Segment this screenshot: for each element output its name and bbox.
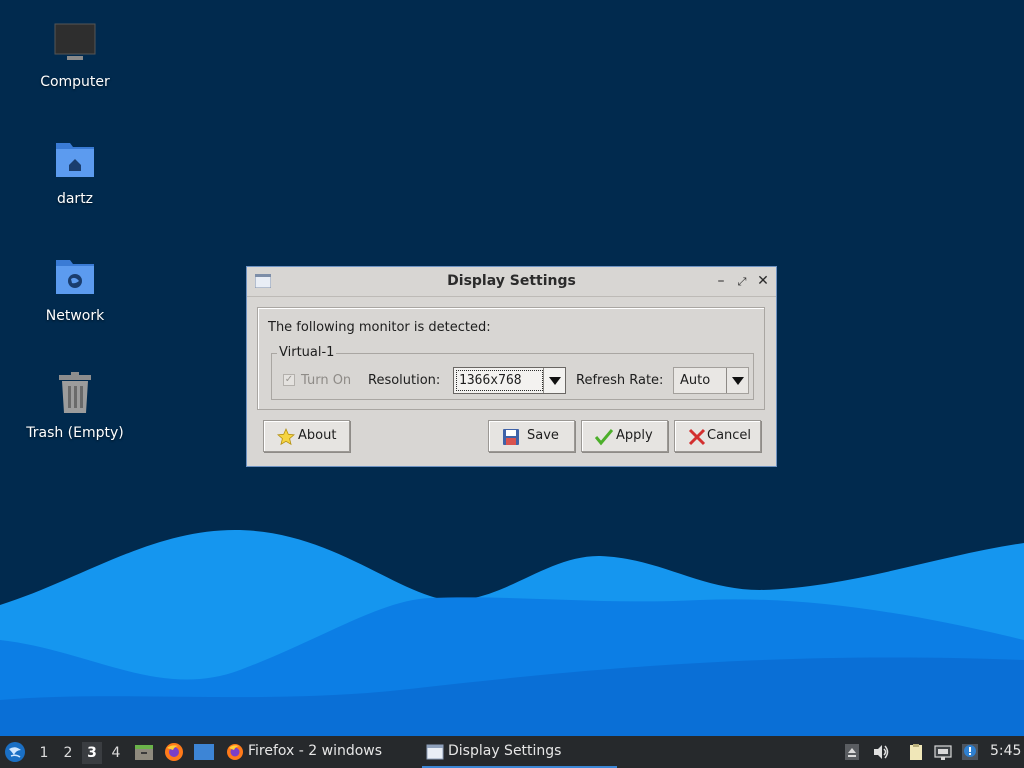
taskbar: 1 2 3 4 Firefox - 2 windows Display Sett…: [0, 736, 1024, 768]
desktop-icon-label: Network: [45, 308, 105, 324]
task-firefox[interactable]: Firefox - 2 windows: [222, 736, 412, 768]
chevron-down-icon[interactable]: [726, 368, 748, 393]
detected-text: The following monitor is detected:: [268, 320, 491, 335]
desktop-icon-dartz[interactable]: dartz: [20, 137, 130, 207]
computer-icon: [54, 23, 96, 60]
chevron-down-icon[interactable]: [543, 368, 565, 393]
floppy-icon: [503, 429, 519, 445]
about-label: About: [298, 428, 337, 443]
workspace-4[interactable]: 4: [106, 742, 126, 764]
home-folder-icon: [56, 143, 94, 177]
file-manager-launcher-icon[interactable]: [134, 742, 154, 762]
network-connection-icon[interactable]: [934, 743, 952, 761]
resolution-value: 1366x768: [459, 373, 522, 388]
cancel-label: Cancel: [707, 428, 752, 443]
volume-icon[interactable]: [872, 743, 890, 761]
desktop-icon-label: Computer: [40, 74, 110, 90]
desktop-icon-trash[interactable]: Trash (Empty): [20, 371, 130, 441]
notification-icon[interactable]: [961, 743, 979, 761]
apply-button[interactable]: Apply: [581, 420, 668, 452]
minimize-button[interactable]: –: [712, 272, 730, 290]
dialog-titlebar[interactable]: Display Settings – ⤢ ✕: [247, 267, 776, 297]
desktop-icon-network[interactable]: Network: [20, 254, 130, 324]
clipboard-icon[interactable]: [907, 743, 925, 761]
close-icon: ✕: [757, 273, 769, 289]
resolution-label: Resolution:: [368, 373, 441, 388]
task-label: Firefox - 2 windows: [248, 743, 383, 759]
workspace-3[interactable]: 3: [82, 742, 102, 764]
monitor-name: Virtual-1: [277, 345, 337, 360]
turn-on-label: Turn On: [301, 373, 352, 388]
apply-label: Apply: [616, 428, 653, 443]
task-label: Display Settings: [448, 743, 562, 759]
app-menu-icon[interactable]: [4, 741, 26, 763]
refresh-rate-select[interactable]: Auto: [673, 367, 749, 394]
workspace-1[interactable]: 1: [34, 742, 54, 764]
minimize-icon: –: [717, 273, 725, 289]
star-icon: [277, 428, 295, 446]
desktop-icon-label: Trash (Empty): [26, 425, 124, 441]
window-launcher-icon[interactable]: [193, 743, 215, 761]
firefox-icon: [227, 744, 243, 760]
checkmark-icon: [595, 429, 613, 446]
workspace-2[interactable]: 2: [58, 742, 78, 764]
resolution-select[interactable]: 1366x768: [453, 367, 566, 394]
display-settings-dialog: Display Settings – ⤢ ✕ The following mon…: [246, 266, 777, 467]
desktop-icon-computer[interactable]: Computer: [20, 20, 130, 90]
refresh-rate-label: Refresh Rate:: [576, 373, 664, 388]
turn-on-checkbox[interactable]: ✓: [283, 374, 295, 386]
maximize-button[interactable]: ⤢: [733, 272, 751, 290]
cancel-button[interactable]: Cancel: [674, 420, 761, 452]
refresh-rate-value: Auto: [680, 373, 711, 388]
firefox-launcher-icon[interactable]: [164, 742, 184, 762]
eject-icon[interactable]: [843, 743, 861, 761]
close-button[interactable]: ✕: [754, 272, 772, 290]
desktop-icon-label: dartz: [56, 191, 94, 207]
cancel-x-icon: [688, 428, 706, 446]
window-icon: [426, 744, 444, 760]
dialog-title: Display Settings: [447, 273, 576, 289]
maximize-icon: ⤢: [737, 275, 747, 288]
task-display-settings[interactable]: Display Settings: [422, 736, 617, 768]
save-button[interactable]: Save: [488, 420, 575, 452]
clock[interactable]: 5:45: [990, 743, 1021, 759]
trash-icon: [59, 372, 91, 413]
network-folder-icon: [56, 260, 94, 294]
save-label: Save: [527, 428, 559, 443]
about-button[interactable]: About: [263, 420, 350, 452]
